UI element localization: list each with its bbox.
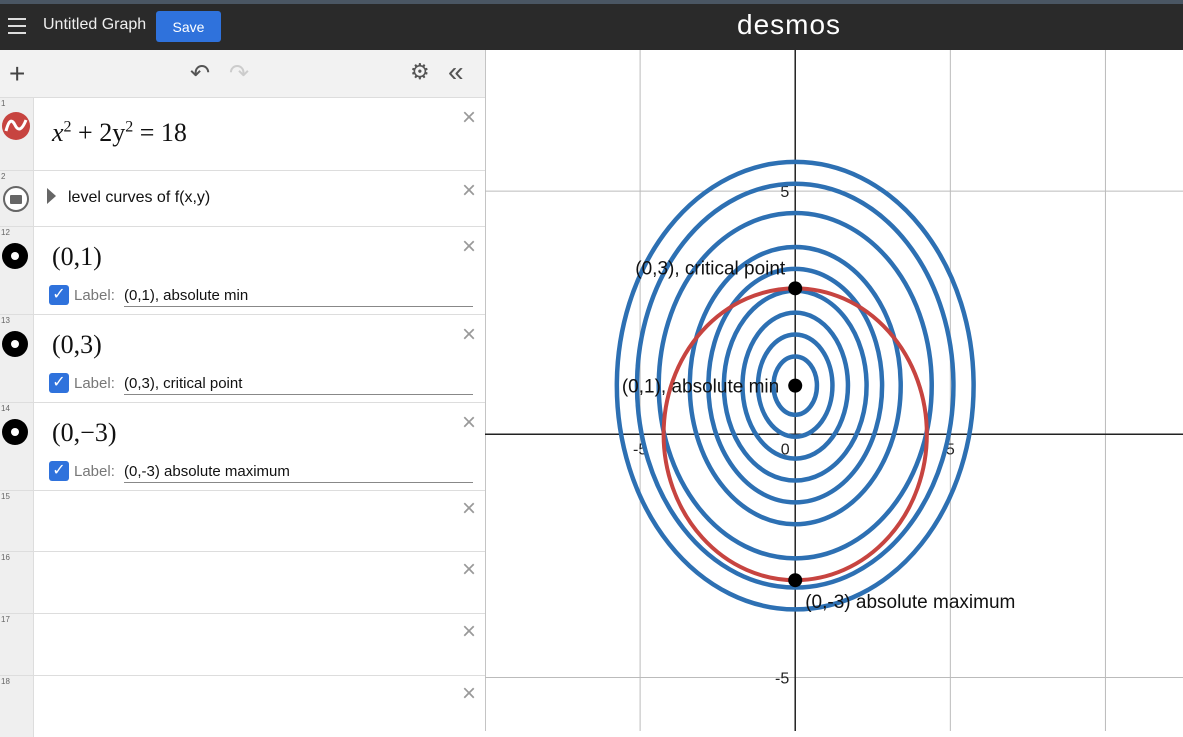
empty-expression-row[interactable]: 15 × (0, 491, 485, 552)
delete-icon[interactable]: × (462, 233, 476, 261)
delete-icon[interactable]: × (462, 321, 476, 349)
point-icon[interactable] (2, 243, 28, 269)
point-label: (0,1), absolute min (622, 377, 779, 398)
delete-icon[interactable]: × (462, 104, 476, 132)
label-input[interactable]: (0,-3) absolute maximum (124, 463, 473, 483)
label-checkbox[interactable]: ✓ (49, 373, 69, 393)
hamburger-menu-icon[interactable] (8, 18, 26, 34)
point-row[interactable]: 12 (0,1) ✓ Label: (0,1), absolute min × (0, 227, 485, 315)
label-checkbox[interactable]: ✓ (49, 285, 69, 305)
save-button[interactable]: Save (156, 11, 221, 42)
label-caption: Label: (74, 375, 115, 392)
label-caption: Label: (74, 463, 115, 480)
point-label: (0,-3) absolute maximum (805, 592, 1015, 613)
row-gutter: 15 (0, 491, 34, 551)
row-number: 15 (1, 492, 10, 501)
row-number: 12 (1, 228, 10, 237)
graph-canvas[interactable]: -5 0 5 5 -5 (0,3), critical point (0,1), absol… (484, 50, 1183, 731)
point-icon[interactable] (2, 331, 28, 357)
empty-expression-row[interactable]: 18 × (0, 676, 485, 737)
expression-math[interactable]: (0,1) (52, 242, 102, 272)
graph-svg[interactable]: -5 0 55-5(0,3), critical point(0,1), absol… (484, 50, 1183, 731)
gear-icon[interactable]: ⚙ (410, 59, 430, 85)
expression-row[interactable]: 1 x2 + 2y2 = 18 × (0, 98, 485, 171)
expression-math[interactable]: x2 + 2y2 = 18 (52, 118, 187, 148)
y-tick-label: -5 (775, 670, 789, 687)
delete-icon[interactable]: × (462, 409, 476, 437)
row-gutter: 17 (0, 614, 34, 675)
empty-expression-row[interactable]: 16 × (0, 552, 485, 614)
expression-toolbar: + ↶ ↷ ⚙ « (0, 50, 485, 98)
empty-expression-row[interactable]: 17 × (0, 614, 485, 676)
delete-icon[interactable]: × (462, 680, 476, 708)
point-marker (788, 378, 803, 393)
top-stripe (0, 0, 1183, 4)
delete-icon[interactable]: × (462, 495, 476, 523)
row-gutter: 2 (0, 171, 34, 226)
expression-math[interactable]: (0,3) (52, 330, 102, 360)
label-input[interactable]: (0,1), absolute min (124, 287, 473, 307)
label-setting: ✓ Label: (0,3), critical point (49, 373, 474, 395)
point-label: (0,3), critical point (635, 258, 786, 279)
point-row[interactable]: 13 (0,3) ✓ Label: (0,3), critical point … (0, 315, 485, 403)
row-number: 2 (1, 172, 6, 181)
delete-icon[interactable]: × (462, 177, 476, 205)
label-setting: ✓ Label: (0,-3) absolute maximum (49, 461, 474, 483)
collapse-panel-icon[interactable]: « (448, 56, 464, 88)
row-gutter: 1 (0, 98, 34, 170)
top-bar: Untitled Graph Save desmos (0, 0, 1183, 50)
add-item-button[interactable]: + (9, 58, 25, 90)
curve-icon[interactable] (1, 111, 31, 141)
delete-icon[interactable]: × (462, 618, 476, 646)
label-input[interactable]: (0,3), critical point (124, 375, 473, 395)
expand-triangle-icon[interactable] (47, 188, 57, 204)
redo-icon[interactable]: ↷ (229, 59, 249, 88)
point-marker (788, 281, 803, 296)
label-caption: Label: (74, 287, 115, 304)
row-number: 14 (1, 404, 10, 413)
folder-label[interactable]: level curves of f(x,y) (68, 189, 210, 207)
label-checkbox[interactable]: ✓ (49, 461, 69, 481)
expression-math[interactable]: (0,−3) (52, 418, 116, 448)
row-gutter: 16 (0, 552, 34, 613)
row-gutter: 18 (0, 676, 34, 737)
row-number: 18 (1, 677, 10, 686)
expression-panel: + ↶ ↷ ⚙ « 1 x2 + 2y2 = 18 × 2 level curv… (0, 50, 486, 737)
row-number: 1 (1, 99, 6, 108)
point-row[interactable]: 14 (0,−3) ✓ Label: (0,-3) absolute maxim… (0, 403, 485, 491)
row-number: 17 (1, 615, 10, 624)
point-marker (788, 573, 803, 588)
desmos-logo: desmos (737, 9, 842, 40)
undo-icon[interactable]: ↶ (190, 59, 210, 88)
graph-title[interactable]: Untitled Graph (43, 16, 146, 34)
row-gutter: 14 (0, 403, 34, 490)
row-gutter: 13 (0, 315, 34, 402)
row-number: 16 (1, 553, 10, 562)
folder-icon[interactable] (2, 185, 30, 213)
row-gutter: 12 (0, 227, 34, 314)
delete-icon[interactable]: × (462, 556, 476, 584)
folder-row[interactable]: 2 level curves of f(x,y) × (0, 171, 485, 227)
point-icon[interactable] (2, 419, 28, 445)
label-setting: ✓ Label: (0,1), absolute min (49, 285, 474, 307)
row-number: 13 (1, 316, 10, 325)
